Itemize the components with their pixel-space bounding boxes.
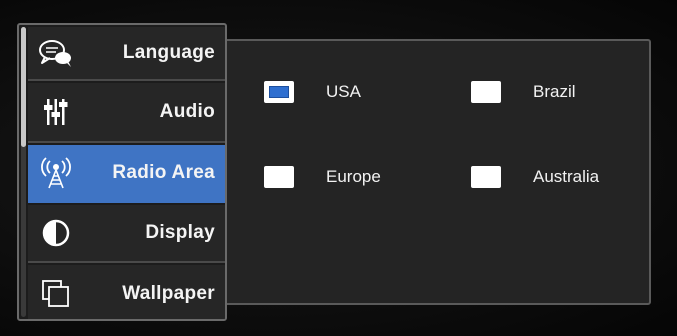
option-brazil[interactable]: Brazil — [471, 81, 576, 103]
equalizer-sliders-icon — [38, 96, 74, 128]
usa-label: USA — [326, 82, 361, 101]
menu-label-language: Language — [122, 42, 215, 63]
menu-item-wallpaper[interactable]: Wallpaper — [28, 265, 225, 319]
menu-label-radio-area: Radio Area — [112, 162, 215, 183]
menu-label-audio: Audio — [159, 101, 215, 122]
usa-checkbox[interactable] — [264, 81, 294, 103]
brazil-checkbox[interactable] — [471, 81, 501, 103]
option-australia[interactable]: Australia — [471, 166, 599, 188]
stacked-squares-icon — [38, 278, 74, 310]
menu-item-language[interactable]: Language — [28, 27, 225, 81]
radio-area-panel: USA Brazil Europe Australia — [224, 39, 651, 305]
menu-item-display[interactable]: Display — [28, 205, 225, 263]
menu-item-audio[interactable]: Audio — [28, 83, 225, 143]
menu-scrollbar[interactable] — [21, 27, 26, 317]
speech-bubbles-icon — [38, 37, 74, 69]
menu-label-display: Display — [145, 222, 215, 243]
radio-antenna-icon — [38, 157, 74, 189]
contrast-circle-icon — [38, 217, 74, 249]
menu-scrollbar-thumb[interactable] — [21, 27, 26, 147]
screen-background: USA Brazil Europe Australia Language Aud… — [0, 0, 677, 336]
option-usa[interactable]: USA — [264, 81, 361, 103]
option-europe[interactable]: Europe — [264, 166, 381, 188]
australia-label: Australia — [533, 167, 600, 186]
australia-checkbox[interactable] — [471, 166, 501, 188]
menu-label-wallpaper: Wallpaper — [122, 283, 215, 304]
brazil-label: Brazil — [533, 82, 576, 101]
europe-checkbox[interactable] — [264, 166, 294, 188]
europe-label: Europe — [326, 167, 381, 186]
settings-menu: Language Audio Radio Area Display Wallpa… — [17, 23, 227, 321]
menu-item-radio-area[interactable]: Radio Area — [28, 145, 225, 203]
